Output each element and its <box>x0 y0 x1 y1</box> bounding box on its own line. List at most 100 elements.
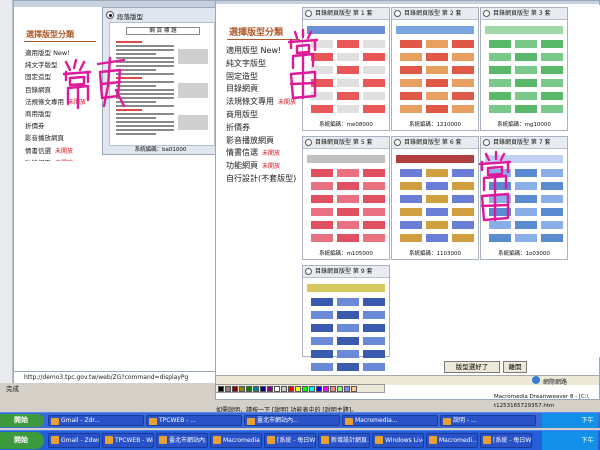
template-card[interactable]: 目錄網頁版型 第 9 套 <box>302 265 390 371</box>
thumb-block <box>400 234 422 242</box>
template-radio[interactable] <box>305 139 312 146</box>
preview-image-block <box>178 115 208 130</box>
palette-swatch[interactable] <box>274 386 280 392</box>
category-menu-item[interactable]: 功能網頁未開放 <box>226 160 280 171</box>
exit-button[interactable]: 離開 <box>503 361 527 373</box>
thumb-block <box>541 182 563 190</box>
taskbar-button[interactable]: Gmail - Zdwolt... <box>48 433 100 448</box>
category-menu-label: 影音播放網頁 <box>226 135 274 145</box>
template-thumbnail[interactable] <box>396 155 474 247</box>
thumb-block <box>311 105 333 113</box>
template-radio[interactable] <box>394 139 401 146</box>
handwritten-annotation-left <box>62 56 126 110</box>
category-menu-item[interactable]: 固定造型 <box>25 71 51 81</box>
template-card-header: 目錄網頁版型 第 3 套 <box>481 8 567 20</box>
thumb-block <box>363 105 385 113</box>
taskbar-button[interactable]: Gmail - Zdr... <box>48 415 144 426</box>
palette-swatch[interactable] <box>232 386 238 392</box>
palette-swatch[interactable] <box>260 386 266 392</box>
preview-text-line <box>116 129 174 131</box>
start-button[interactable]: 開始 <box>0 432 44 449</box>
confirm-template-button[interactable]: 版型選好了 <box>444 361 500 373</box>
category-menu-item[interactable]: 純文字版型 <box>25 59 58 69</box>
thumb-block <box>452 195 474 203</box>
thumb-block <box>400 79 422 87</box>
template-radio[interactable] <box>394 10 401 17</box>
template-thumbnail[interactable] <box>485 26 563 118</box>
thumb-block <box>363 66 385 74</box>
palette-swatch[interactable] <box>323 386 329 392</box>
taskbar-button[interactable]: 說明 - ... <box>440 415 536 426</box>
category-menu-item[interactable]: 情書信選 未開放 <box>25 145 73 155</box>
template-thumbnail[interactable] <box>396 26 474 118</box>
palette-swatch[interactable] <box>330 386 336 392</box>
palette-swatch[interactable] <box>267 386 273 392</box>
category-menu-item[interactable]: 影音播放網頁 <box>226 135 274 146</box>
palette-swatch[interactable] <box>316 386 322 392</box>
palette-swatch[interactable] <box>288 386 294 392</box>
taskbar-button-label: Gmail - Zdwolt... <box>61 437 100 444</box>
template-radio[interactable] <box>483 10 490 17</box>
template-thumbnail[interactable] <box>307 155 385 247</box>
palette-swatch[interactable] <box>302 386 308 392</box>
color-palette <box>215 384 385 393</box>
thumb-block <box>363 182 385 190</box>
preview-option-label: 段落版型 <box>117 13 143 21</box>
template-card[interactable]: 目錄網頁版型 第 2 套系統編碼：1210000 <box>391 7 479 131</box>
taskbar-button[interactable]: Windows Live <box>372 433 424 448</box>
category-menu-item[interactable]: 商用版型 <box>25 108 51 118</box>
palette-swatch[interactable] <box>337 386 343 392</box>
category-menu-item[interactable]: 目錄網頁 <box>25 84 51 94</box>
taskbar-button[interactable]: TPCWEB - ... <box>146 415 242 426</box>
category-menu-item[interactable]: 折價券 <box>226 122 250 133</box>
taskbar-button[interactable]: Macromedia... <box>342 415 438 426</box>
palette-swatch[interactable] <box>295 386 301 392</box>
palette-swatch[interactable] <box>253 386 259 392</box>
template-code: 系統編碼：1103000 <box>409 251 461 257</box>
taskbar-button[interactable]: 臺北市網站內... <box>156 433 208 448</box>
category-menu-item[interactable]: 固定造型 <box>226 71 258 82</box>
category-menu-item[interactable]: 自行設計(不套版型) <box>226 173 296 184</box>
thumb-block <box>515 208 537 216</box>
palette-swatch[interactable] <box>246 386 252 392</box>
template-radio[interactable] <box>305 10 312 17</box>
category-menu-item[interactable]: 目錄網頁 <box>226 83 258 94</box>
category-menu-item[interactable]: 純文字版型 <box>226 58 266 69</box>
taskbar-button[interactable]: 新增設計網頁... <box>318 433 370 448</box>
category-menu-item[interactable]: 折價券 <box>25 120 45 130</box>
template-radio[interactable] <box>305 268 312 275</box>
taskbar-button[interactable]: TPCWEB - Wi... <box>102 433 154 448</box>
thumb-block <box>311 363 333 371</box>
thumb-block <box>337 92 359 100</box>
taskbar-button-label: Gmail - Zdr... <box>61 417 101 424</box>
thumb-header-band <box>396 155 474 163</box>
palette-swatch[interactable] <box>239 386 245 392</box>
taskbar-button[interactable]: Macromedi... <box>426 433 478 448</box>
thumb-block <box>337 195 359 203</box>
start-button[interactable]: 開始 <box>0 414 44 427</box>
palette-swatch[interactable] <box>351 386 357 392</box>
globe-icon <box>532 376 540 384</box>
template-card[interactable]: 目錄網頁版型 第 6 套系統編碼：1103000 <box>391 136 479 260</box>
taskbar-button[interactable]: Macromedia Dr... <box>210 433 262 448</box>
taskbar-button[interactable]: 臺北市網站內... <box>244 415 340 426</box>
category-menu-item[interactable]: 影音播放網頁 <box>25 132 64 142</box>
thumb-header-band <box>307 155 385 163</box>
palette-swatch[interactable] <box>281 386 287 392</box>
palette-swatch[interactable] <box>218 386 224 392</box>
taskbar-button[interactable]: [系統 - 每日WO... <box>480 433 532 448</box>
category-menu-item[interactable]: 適用版型 New! <box>226 45 281 56</box>
category-menu-item[interactable]: 商用版型 <box>226 109 258 120</box>
palette-swatch[interactable] <box>344 386 350 392</box>
category-menu-item[interactable]: 情書信選 未開放 <box>226 147 280 158</box>
taskbar-button-label: Windows Live <box>385 437 424 444</box>
palette-swatch[interactable] <box>225 386 231 392</box>
taskbar-button[interactable]: [系統 - 每日WO... <box>264 433 316 448</box>
template-radio[interactable] <box>483 139 490 146</box>
template-thumbnail[interactable] <box>307 284 385 371</box>
preview-radio[interactable] <box>106 11 114 19</box>
template-card[interactable]: 目錄網頁版型 第 5 套系統編碼：m105000 <box>302 136 390 260</box>
template-card[interactable]: 目錄網頁版型 第 3 套系統編碼：mg10000 <box>480 7 568 131</box>
palette-swatch[interactable] <box>309 386 315 392</box>
app-icon <box>429 436 437 444</box>
